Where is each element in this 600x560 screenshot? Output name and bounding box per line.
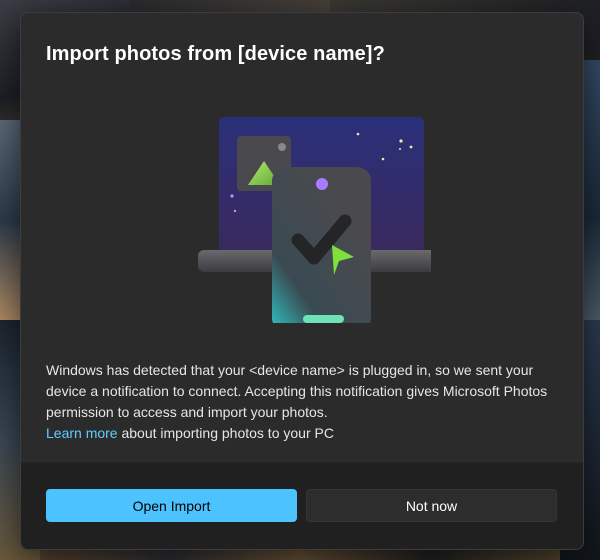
sun-icon <box>278 143 286 151</box>
dialog-title: Import photos from [device name]? <box>46 43 385 65</box>
not-now-button[interactable]: Not now <box>306 489 557 522</box>
phone-laptop-illustration <box>198 117 431 323</box>
star-icon <box>399 139 403 143</box>
phone-home-bar <box>303 315 344 323</box>
star-icon <box>230 194 234 198</box>
open-import-button[interactable]: Open Import <box>46 489 297 522</box>
dialog-footer: Open Import Not now <box>21 462 583 549</box>
description-text: Windows has detected that your <device n… <box>46 362 548 420</box>
phone-camera <box>316 178 328 190</box>
star-icon <box>356 132 360 136</box>
learn-more-suffix: about importing photos to your PC <box>117 425 334 441</box>
star-icon <box>399 148 401 150</box>
import-photos-dialog: Import photos from [device name]? Window… <box>20 12 584 550</box>
star-icon <box>381 157 385 161</box>
learn-more-link[interactable]: Learn more <box>46 425 118 441</box>
dialog-description: Windows has detected that your <device n… <box>46 360 566 444</box>
star-icon <box>409 145 413 149</box>
star-icon <box>233 209 237 213</box>
